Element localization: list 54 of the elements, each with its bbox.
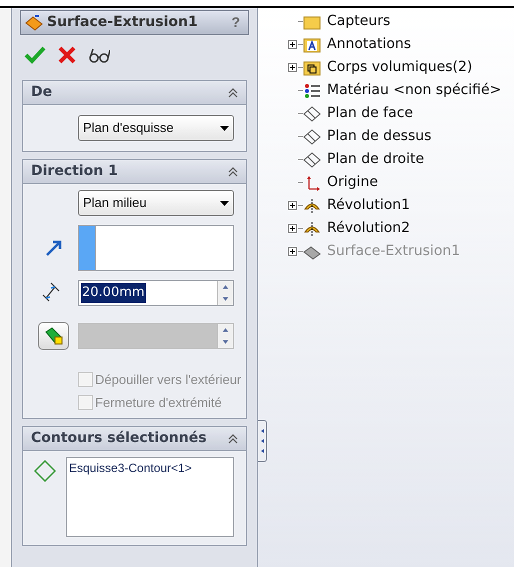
contours-list[interactable]: Esquisse3-Contour<1>: [66, 457, 234, 537]
revolve-icon: [303, 220, 321, 236]
material-icon: [303, 82, 321, 98]
plane-icon: [303, 152, 321, 168]
tree-item[interactable]: Capteurs: [327, 11, 390, 32]
panel-collapse-handle[interactable]: [258, 420, 267, 462]
direction-selection-field[interactable]: [78, 225, 234, 271]
folder-icon: [303, 14, 321, 30]
tree-item[interactable]: Révolution2: [327, 218, 410, 239]
folder-icon: [303, 36, 321, 52]
collapse-icon[interactable]: [228, 88, 238, 98]
surface-extrude-icon: [25, 14, 43, 30]
collapse-icon[interactable]: [228, 166, 238, 176]
surface-toggle-button[interactable]: [38, 322, 69, 350]
dropdown-arrow-icon: [220, 126, 229, 130]
tree-item[interactable]: Corps volumiques(2): [327, 57, 472, 78]
tree-item[interactable]: Matériau <non spécifié>: [327, 80, 502, 101]
expand-icon[interactable]: [288, 40, 296, 49]
contour-item[interactable]: Esquisse3-Contour<1>: [69, 459, 231, 477]
tree-item[interactable]: Révolution1: [327, 195, 410, 216]
folder-icon: [303, 60, 321, 76]
glasses-icon[interactable]: [88, 47, 110, 63]
plane-icon: [303, 106, 321, 122]
section-header[interactable]: Contours sélectionnés: [23, 427, 246, 451]
close-icon[interactable]: [58, 46, 76, 64]
plane-icon: [303, 128, 321, 144]
dropdown[interactable]: Plan d'esquisse: [78, 115, 234, 141]
spinner-buttons[interactable]: [217, 324, 233, 348]
collapse-icon[interactable]: [228, 434, 238, 444]
direction-arrow-icon: [45, 239, 63, 257]
section-title: Contours sélectionnés: [31, 429, 207, 448]
surface-icon: [303, 244, 321, 260]
diamond-icon: [34, 460, 56, 482]
section-header[interactable]: De: [23, 81, 246, 105]
tree-item[interactable]: Annotations: [327, 34, 412, 55]
section-title: Direction 1: [31, 162, 118, 181]
tree-item[interactable]: Origine: [327, 172, 378, 193]
dropdown[interactable]: Plan milieu: [78, 190, 234, 216]
expand-icon[interactable]: [288, 63, 296, 72]
expand-icon[interactable]: [288, 224, 296, 233]
help-button[interactable]: ?: [227, 12, 244, 33]
tree-item[interactable]: Plan de face: [327, 103, 414, 124]
tree-item[interactable]: Plan de dessus: [327, 126, 432, 147]
dropdown-arrow-icon: [220, 200, 229, 206]
tree-item[interactable]: Plan de droite: [327, 149, 424, 170]
block-icon: [44, 326, 64, 346]
expand-icon[interactable]: [288, 201, 296, 210]
section-title: De: [31, 83, 52, 102]
spinner-buttons[interactable]: [217, 281, 233, 305]
depth-field[interactable]: 20.00mm: [78, 280, 234, 306]
check-icon[interactable]: [24, 45, 46, 65]
section-header[interactable]: Direction 1: [23, 160, 246, 184]
revolve-icon: [303, 198, 321, 214]
panel-title: Surface-Extrusion1: [47, 13, 199, 32]
